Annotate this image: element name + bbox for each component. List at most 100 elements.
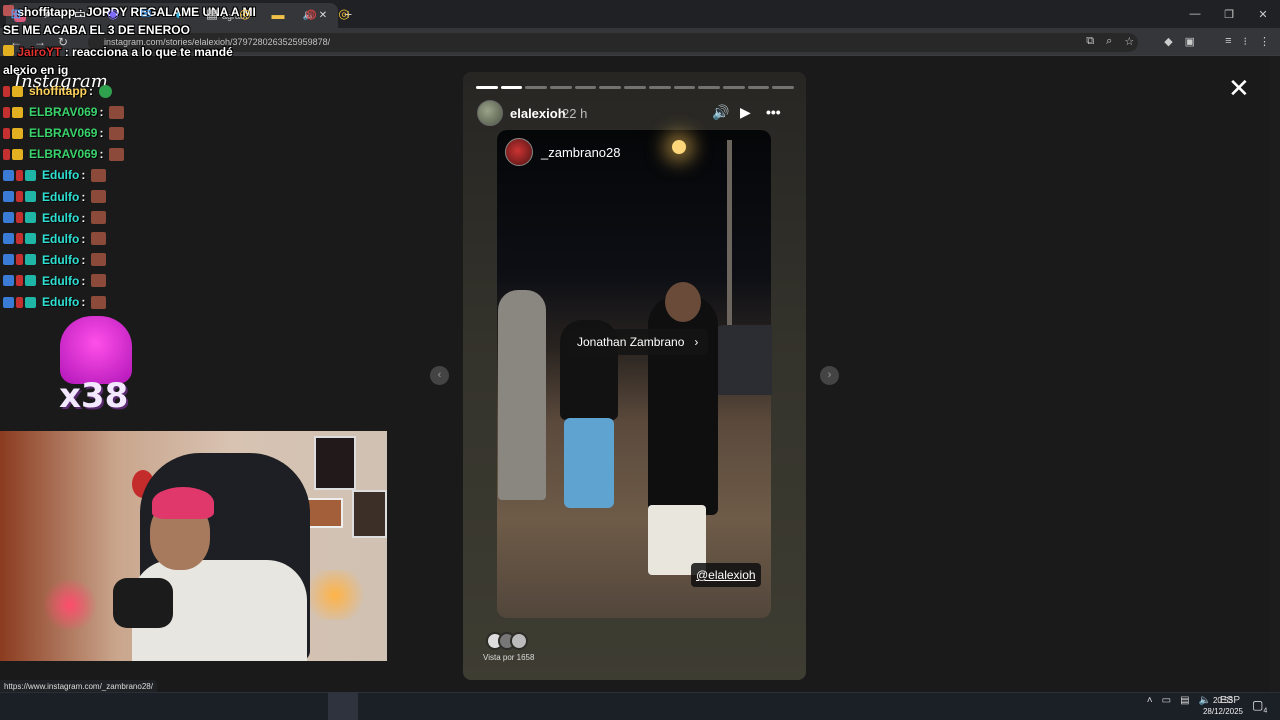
edge-icon[interactable]: ◐ [170,5,188,23]
shared-author-username[interactable]: _zambrano28 [541,145,621,160]
page-scrollbar[interactable] [1270,56,1280,692]
clock-date: 28/12/2025 [1202,707,1244,716]
cast-icon[interactable]: ⧉ [1086,35,1094,48]
progress-segment [550,86,572,89]
progress-segment [525,86,548,89]
teal-badge-icon [25,254,36,266]
extension-diamond-icon[interactable]: ◆ [1164,35,1172,48]
blue-badge-icon [3,233,14,245]
chat-username: Edulfo [42,210,80,225]
chat-separator: : [81,189,86,204]
story-author-username[interactable]: elalexioh [510,106,566,121]
chat-message: Edulfo : [3,168,107,182]
chat-separator: : [81,252,86,267]
gold-badge-icon [12,148,23,160]
blue-badge-icon [3,296,14,308]
extensions-puzzle-icon[interactable]: ▣ [1185,35,1195,48]
wall-poster [352,490,387,538]
teal-badge-icon [25,275,36,287]
progress-segment [772,86,794,89]
chrome-icon[interactable]: ◎ [236,5,254,23]
outlook-icon[interactable]: ✉ [137,5,155,23]
browser-menu-icon[interactable]: ⋮ [1259,35,1270,48]
mention-tag[interactable]: Jonathan Zambrano › [567,329,709,355]
progress-segment [500,86,523,89]
windows-start-icon[interactable]: ⊞ [7,5,25,23]
close-icon[interactable]: ✕ [1228,75,1250,101]
taskbar-clock[interactable]: 20:53 28/12/2025 [1200,695,1246,717]
progress-segment [747,86,770,89]
chrome-active-icon[interactable]: ◎ [335,5,353,23]
copilot-icon[interactable]: ◉ [104,5,122,23]
minimize-icon[interactable]: — [1178,0,1212,28]
profile-icon[interactable]: ⁝ [1244,35,1248,48]
more-icon[interactable]: ••• [766,104,781,120]
story-author-avatar[interactable] [477,100,503,126]
teal-badge-icon [25,233,36,245]
christmas-lights-right [300,570,370,620]
play-icon[interactable]: ▶ [740,104,751,121]
file-explorer-icon[interactable]: ▬ [269,5,287,23]
emote-icon [99,84,112,98]
tray-network-icon[interactable]: ▭ [1162,695,1171,706]
red-badge-icon [16,275,23,287]
emote-icon [109,126,125,140]
restore-icon[interactable]: ❐ [1212,0,1246,28]
tray-chevron-icon[interactable]: ˄ [1147,695,1153,706]
view-count[interactable]: Vista por 1658 [483,653,534,662]
address-bar[interactable]: instagram.com/stories/elalexioh/37972802… [88,33,1138,52]
next-story-arrow-icon[interactable]: › [820,366,839,385]
handle-sticker[interactable]: @elalexioh [691,563,761,587]
reaction-user: JairoYT [17,45,62,59]
teal-badge-icon [25,212,36,224]
tray-app-icon[interactable]: ▤ [1180,695,1189,706]
bookmark-star-icon[interactable]: ☆ [1124,35,1134,48]
progress-segment [624,86,646,89]
story-progress-bar [476,86,794,89]
chat-message: ELBRAV069 : [3,126,125,141]
taskbar-active-indicator [328,692,358,720]
chat-separator: : [99,126,104,141]
progress-segment [476,86,498,89]
chat-username: ELBRAV069 [29,126,98,141]
chat-message: ELBRAV069 : [3,105,125,120]
chat-username: shoffitapp [29,84,87,98]
person-right [648,295,718,515]
red-badge-icon [3,106,10,118]
red-badge-icon [16,212,23,224]
media-control-icon[interactable]: ≡ [1225,35,1231,48]
emote-combo-count: x38 [59,376,129,416]
window-controls: — ❐ ✕ [1178,0,1280,28]
window-close-icon[interactable]: ✕ [1246,0,1280,28]
chat-username: ELBRAV069 [29,105,98,120]
red-badge-icon [3,148,10,160]
shared-author-avatar[interactable] [505,138,533,166]
toolbar-actions: ⧉ ⌕ ☆ ◆ ▣ ≡ ⁝ ⋮ [1086,35,1270,48]
street-light [672,140,686,154]
chat-message: Edulfo : [3,210,107,225]
red-badge-icon [3,85,10,97]
notification-count: 4 [1263,707,1268,715]
task-view-icon[interactable]: ▭ [71,5,89,23]
notification-center-icon[interactable]: ▢4 [1252,698,1267,714]
red-badge-icon [16,169,23,181]
prev-story-arrow-icon[interactable]: ‹ [430,366,449,385]
blue-badge-icon [3,275,14,287]
store-icon[interactable]: ▦ [203,5,221,23]
chat-message: Edulfo : [3,252,107,267]
chat-separator: : [81,210,86,225]
progress-segment [648,86,671,89]
blue-badge-icon [3,191,14,202]
speaker-icon[interactable]: 🔊 [712,104,729,121]
emote-icon [91,253,107,267]
obs-icon[interactable]: ◍ [302,5,320,23]
teal-badge-icon [25,169,36,181]
viewer-avatars[interactable] [486,632,528,650]
chat-message: ELBRAV069 : [3,147,125,162]
chat-username: Edulfo [42,252,80,267]
zoom-icon[interactable]: ⌕ [1106,35,1112,48]
search-icon[interactable]: ⌕ [39,5,57,23]
chat-separator: : [99,147,104,162]
emote-icon [91,295,107,309]
chat-separator: : [89,84,93,98]
